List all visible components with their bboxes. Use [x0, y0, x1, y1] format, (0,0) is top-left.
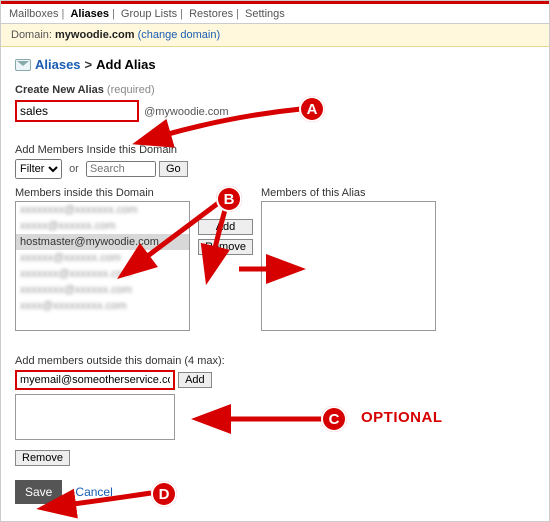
filter-select[interactable]: Filter — [15, 159, 62, 179]
list-item[interactable]: xxxxxx@xxxxxx.com — [16, 250, 189, 266]
outside-title: Add members outside this domain (4 max): — [15, 355, 535, 367]
add-members-title: Add Members Inside this Domain — [15, 144, 535, 156]
crumb-add-alias: Add Alias — [96, 57, 155, 72]
breadcrumb: Aliases > Add Alias — [15, 57, 535, 72]
alias-at-domain: @mywoodie.com — [144, 106, 229, 118]
add-member-button[interactable]: Add — [198, 219, 253, 235]
tabs-bar: Mailboxes| Aliases| Group Lists| Restore… — [1, 4, 549, 24]
create-alias-title: Create New Alias (required) — [15, 84, 535, 96]
save-button[interactable]: Save — [15, 480, 62, 504]
list-item[interactable]: xxxxxxxx@xxxxxxx.com — [16, 202, 189, 218]
crumb-aliases[interactable]: Aliases — [35, 57, 81, 72]
domain-members-list[interactable]: xxxxxxxx@xxxxxxx.comxxxxx@xxxxxx.comhost… — [15, 201, 190, 331]
left-list-label: Members inside this Domain — [15, 187, 190, 199]
tab-grouplists[interactable]: Group Lists — [121, 8, 177, 20]
outside-remove-button[interactable]: Remove — [15, 450, 70, 466]
list-item[interactable]: xxxx@xxxxxxxxx.com — [16, 298, 189, 314]
list-item[interactable]: xxxxxxxx@xxxxxx.com — [16, 282, 189, 298]
outside-members-list[interactable] — [15, 394, 175, 440]
domain-value: mywoodie.com — [55, 29, 134, 41]
crumb-arrow: > — [85, 57, 93, 72]
tab-aliases[interactable]: Aliases — [70, 8, 109, 20]
domain-label: Domain: — [11, 29, 52, 41]
remove-member-button[interactable]: Remove — [198, 239, 253, 255]
alias-name-input[interactable] — [15, 100, 139, 122]
alias-members-list[interactable] — [261, 201, 436, 331]
right-list-label: Members of this Alias — [261, 187, 436, 199]
list-item[interactable]: hostmaster@mywoodie.com — [16, 234, 189, 250]
go-button[interactable]: Go — [159, 161, 188, 177]
list-item[interactable]: xxxxxxx@xxxxxxx.com — [16, 266, 189, 282]
tab-restores[interactable]: Restores — [189, 8, 233, 20]
tab-settings[interactable]: Settings — [245, 8, 285, 20]
search-input[interactable] — [86, 161, 156, 177]
or-label: or — [69, 163, 79, 175]
outside-add-button[interactable]: Add — [178, 372, 212, 388]
mail-icon — [15, 59, 31, 71]
outside-email-input[interactable] — [15, 370, 175, 390]
domain-bar: Domain: mywoodie.com (change domain) — [1, 24, 549, 47]
tab-mailboxes[interactable]: Mailboxes — [9, 8, 59, 20]
cancel-link[interactable]: Cancel — [75, 485, 112, 499]
list-item[interactable]: xxxxx@xxxxxx.com — [16, 218, 189, 234]
required-label: (required) — [107, 84, 155, 96]
change-domain-link[interactable]: (change domain) — [138, 29, 221, 41]
